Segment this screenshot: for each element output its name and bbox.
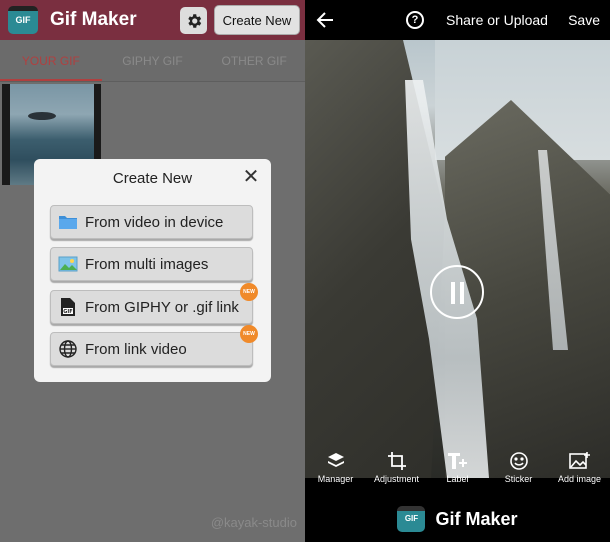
- dialog-title: Create New: [112, 170, 193, 187]
- gif-editor-screen: ? Share or Upload Save Manager Adjustmen…: [305, 0, 610, 542]
- tool-add-image[interactable]: Add image: [549, 448, 610, 492]
- text-plus-icon: [447, 448, 469, 474]
- option-giphy-gif-link[interactable]: GIF From GIPHY or .gif link NEW: [50, 283, 258, 324]
- option-link-video[interactable]: From link video NEW: [50, 325, 258, 366]
- tool-label[interactable]: Label: [427, 448, 488, 492]
- editor-header: ? Share or Upload Save: [305, 0, 610, 40]
- images-icon: [57, 255, 79, 273]
- app-logo-icon: GIF: [397, 506, 426, 532]
- create-new-dialog: Create New ✕ From video in device From m…: [34, 159, 271, 382]
- brand-name: Gif Maker: [435, 508, 518, 529]
- logo-text: GIF: [404, 514, 419, 523]
- gear-icon: [187, 13, 201, 28]
- tool-manager[interactable]: Manager: [305, 448, 366, 492]
- editor-toolbar: Manager Adjustment Label Sticker Add ima…: [305, 448, 610, 492]
- option-label: From multi images: [85, 255, 209, 273]
- crop-icon: [387, 448, 407, 474]
- tool-label: Adjustment: [373, 474, 420, 484]
- tool-sticker[interactable]: Sticker: [488, 448, 549, 492]
- tool-label: Label: [446, 474, 469, 484]
- brand-footer: GIF Gif Maker: [305, 496, 610, 542]
- tool-adjustment[interactable]: Adjustment: [366, 448, 427, 492]
- tab-your-gif[interactable]: YOUR GIF: [0, 40, 102, 81]
- new-badge: NEW: [240, 325, 258, 343]
- svg-text:GIF: GIF: [63, 309, 72, 315]
- app-header: GIF Gif Maker Create New: [0, 0, 305, 40]
- layers-icon: [326, 448, 346, 474]
- logo-text: GIF: [15, 15, 31, 25]
- tab-giphy-gif[interactable]: GIPHY GIF: [102, 40, 204, 81]
- add-image-icon: [568, 448, 591, 474]
- pause-icon[interactable]: [430, 265, 484, 319]
- watermark: @kayak-studio: [210, 515, 297, 530]
- tool-label: Manager: [317, 474, 354, 484]
- app-title: Gif Maker: [50, 9, 137, 30]
- option-label: From video in device: [85, 213, 224, 231]
- smiley-icon: [509, 448, 529, 474]
- thumbnail-rock: [28, 112, 56, 120]
- help-icon[interactable]: ?: [406, 11, 424, 29]
- back-arrow-icon[interactable]: [315, 10, 335, 30]
- globe-icon: [57, 340, 79, 358]
- option-label: From link video: [85, 340, 187, 358]
- gif-file-icon: GIF: [57, 298, 79, 316]
- tool-label: Add image: [557, 474, 602, 484]
- close-icon[interactable]: ✕: [241, 167, 261, 187]
- create-new-button[interactable]: Create New: [214, 5, 300, 35]
- option-video-in-device[interactable]: From video in device: [50, 205, 253, 239]
- settings-button[interactable]: [180, 7, 207, 34]
- folder-icon: [57, 213, 79, 231]
- gif-tabs: YOUR GIF GIPHY GIF OTHER GIF: [0, 40, 305, 82]
- save-button[interactable]: Save: [568, 12, 600, 28]
- waterfall-preview-image: [305, 40, 610, 478]
- option-multi-images[interactable]: From multi images: [50, 247, 253, 281]
- gif-list-screen: GIF Gif Maker Create New YOUR GIF GIPHY …: [0, 0, 305, 542]
- app-logo-icon: GIF: [8, 6, 38, 34]
- tool-label: Sticker: [504, 474, 533, 484]
- option-label: From GIPHY or .gif link: [85, 298, 239, 316]
- share-upload-button[interactable]: Share or Upload: [446, 12, 548, 28]
- tab-other-gif[interactable]: OTHER GIF: [203, 40, 305, 81]
- new-badge: NEW: [240, 283, 258, 301]
